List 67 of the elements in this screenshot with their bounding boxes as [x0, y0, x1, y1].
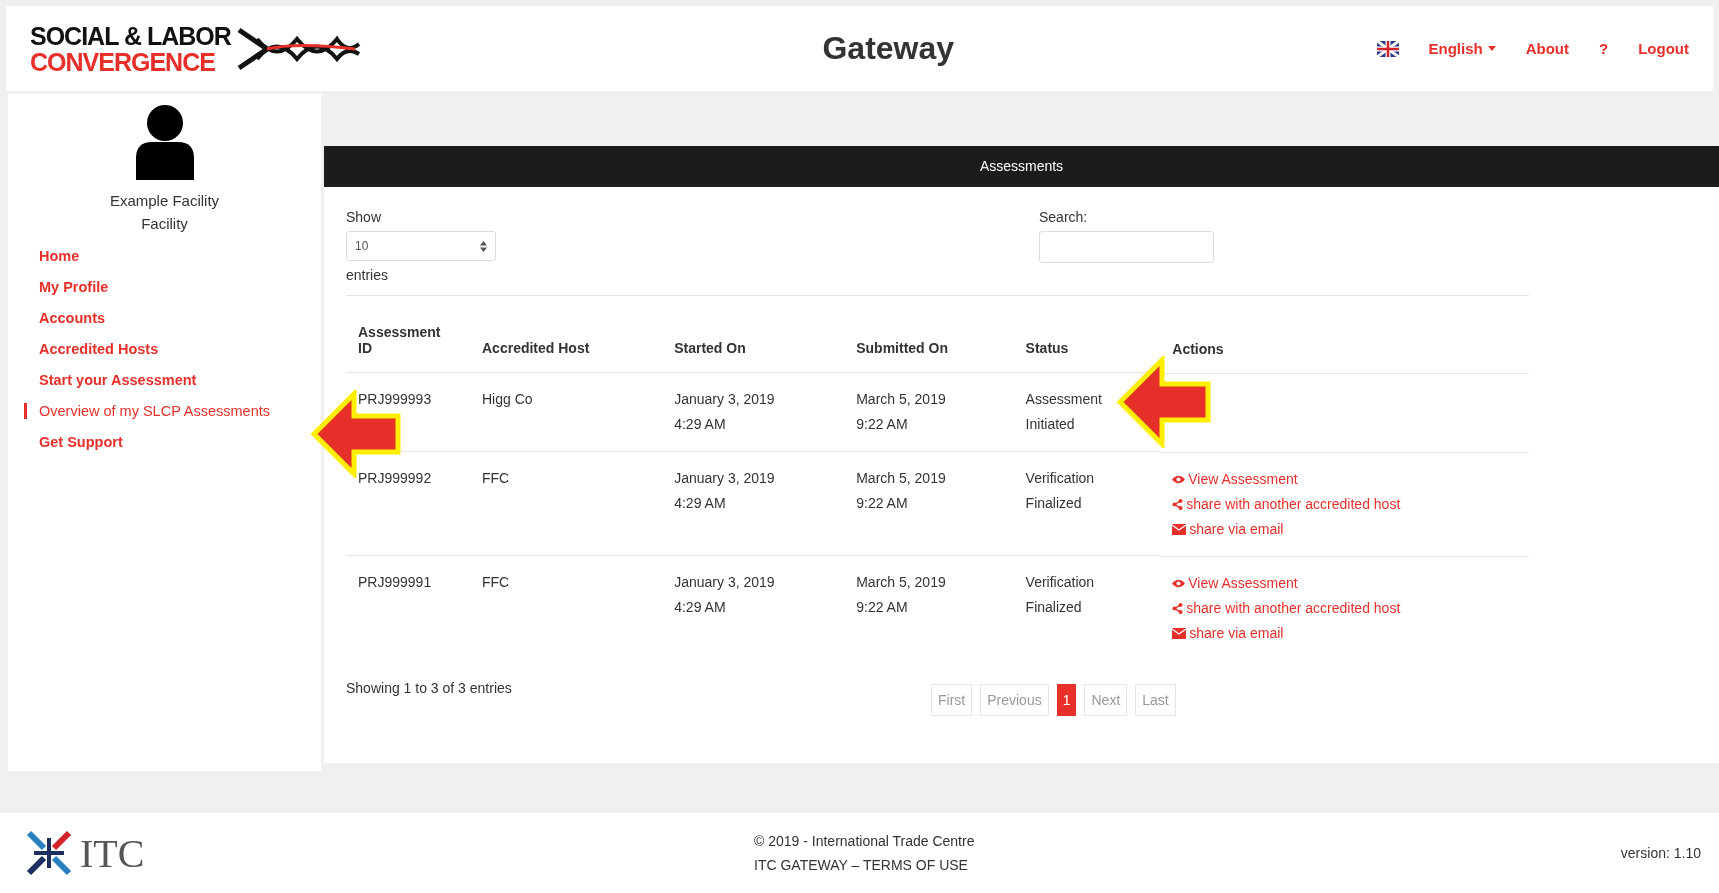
logo-text: SOCIAL & LABOR [30, 22, 231, 49]
panel-title-bar: Assessments [324, 146, 1719, 187]
pagination-button[interactable]: 1 [1056, 683, 1077, 716]
action-link[interactable]: share with another accredited host [1172, 491, 1517, 517]
table-cell: March 5, 2019 9:22 AM [844, 451, 1014, 556]
caret-icon [1487, 46, 1496, 51]
column-header: Started On [662, 296, 845, 373]
nav-link[interactable]: Logout [1638, 40, 1689, 57]
sidebar-menu-item[interactable]: Get Support [28, 434, 321, 450]
nav-link[interactable]: ? [1599, 40, 1609, 57]
action-link[interactable]: share with another accredited host [1172, 595, 1517, 621]
copyright-text: © 2019 - International Trade Centre [754, 833, 976, 849]
pointer-arrow-icon [1116, 356, 1212, 448]
table-cell: PRJ999991 [346, 555, 470, 660]
itc-logo-text: ITC [80, 829, 145, 877]
search-label: Search: [1039, 209, 1089, 225]
table-cell: Higg Co [470, 372, 663, 452]
pagination-button[interactable]: First [931, 683, 973, 716]
table-cell: Verification Finalized [1013, 451, 1161, 556]
pagination-button[interactable]: Previous [980, 683, 1049, 716]
sidebar-menu-item[interactable]: Overview of my SLCP Assessments [24, 403, 321, 419]
entries-label: entries [346, 267, 390, 283]
language-dropdown[interactable]: English [1428, 40, 1496, 57]
sidebar-menu-item[interactable]: Accredited Hosts [28, 341, 321, 357]
terms-link[interactable]: ITC GATEWAY – TERMS OF USE [754, 857, 1621, 873]
table-cell: January 3, 2019 4:29 AM [662, 372, 845, 452]
table-cell: January 3, 2019 4:29 AM [662, 451, 845, 556]
action-link[interactable]: share via email [1172, 516, 1517, 542]
sidebar-menu-item[interactable]: Accounts [28, 310, 321, 326]
eye-icon [1172, 474, 1186, 484]
column-header: Accredited Host [470, 296, 663, 373]
logo-text: CONVERGENCE [30, 48, 216, 75]
column-header: Status [1013, 296, 1161, 373]
show-label: Show [346, 209, 383, 225]
user-role: Facility [141, 215, 188, 232]
sidebar-menu-item[interactable]: My Profile [28, 279, 321, 295]
action-link[interactable]: View Assessment [1172, 570, 1517, 596]
column-header: Assessment ID [346, 296, 470, 373]
up-down-caret-icon [480, 240, 487, 252]
version-text: version: 1.10 [1620, 845, 1701, 861]
table-cell: March 5, 2019 9:22 AM [844, 555, 1014, 660]
table-cell: March 5, 2019 9:22 AM [844, 372, 1014, 452]
page-title: Gateway [821, 30, 956, 67]
itc-logo-icon [24, 828, 74, 878]
search-field[interactable] [1039, 231, 1214, 263]
column-header: Actions [1171, 339, 1225, 359]
envelope-icon [1172, 523, 1187, 535]
sidebar-menu-item[interactable]: Home [28, 248, 321, 264]
envelope-icon [1172, 627, 1187, 639]
pagination-button[interactable]: Next [1084, 683, 1128, 716]
flag-icon [1376, 40, 1399, 57]
table-cell: Verification Finalized [1013, 555, 1161, 660]
share-icon [1172, 602, 1184, 614]
table-cell: FFC [470, 451, 663, 556]
nav-link[interactable]: About [1525, 40, 1569, 57]
user-name: Example Facility [109, 192, 220, 209]
sidebar-menu-item[interactable]: Start your Assessment [28, 372, 321, 388]
share-icon [1172, 498, 1184, 510]
action-link[interactable]: share via email [1172, 620, 1517, 646]
table-cell: January 3, 2019 4:29 AM [662, 555, 845, 660]
entries-summary: Showing 1 to 3 of 3 entries [346, 679, 513, 696]
eye-icon [1172, 578, 1186, 588]
pagination-button[interactable]: Last [1135, 683, 1176, 716]
table-cell: FFC [470, 555, 663, 660]
page-size-select[interactable]: 10 [346, 231, 496, 261]
column-header: Submitted On [844, 296, 1014, 373]
action-link[interactable]: View Assessment [1172, 466, 1517, 492]
